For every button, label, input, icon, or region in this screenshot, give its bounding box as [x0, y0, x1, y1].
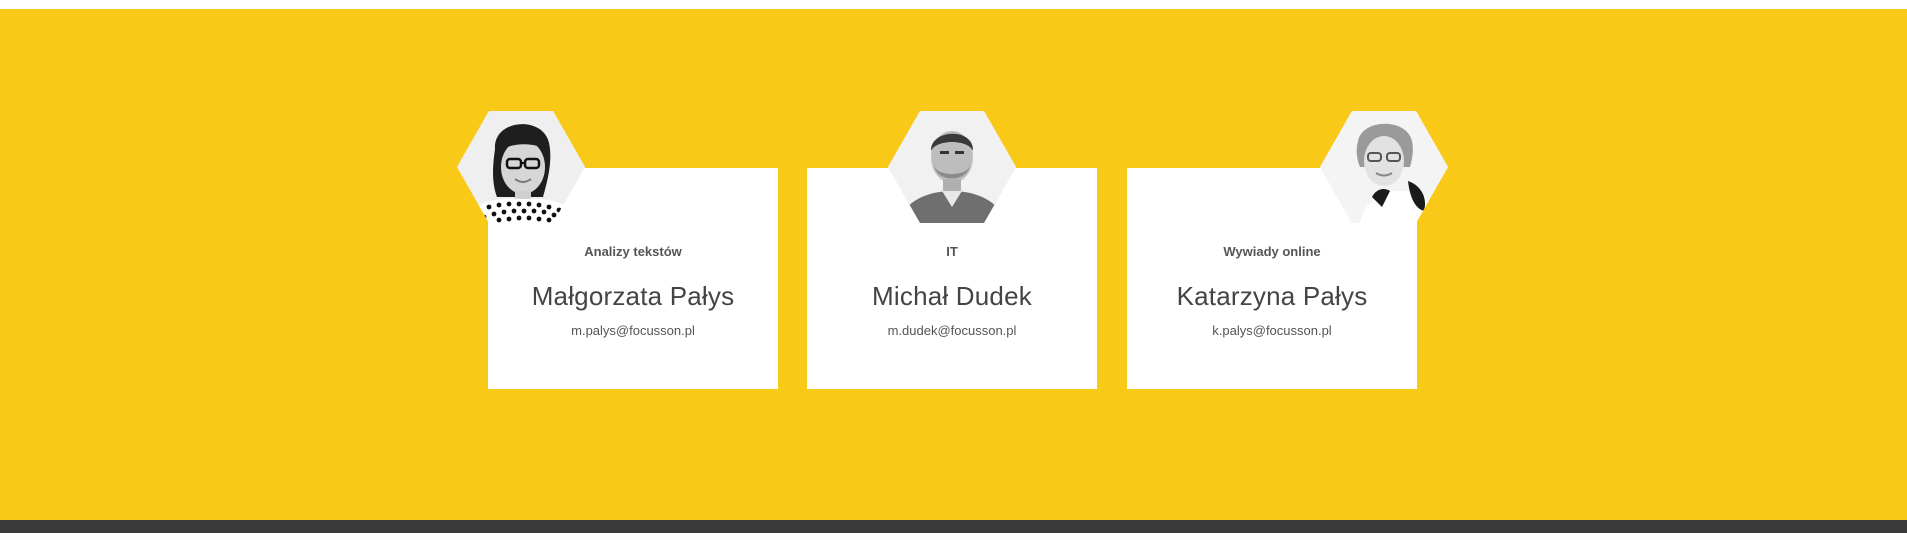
team-card-email-link[interactable]: m.dudek@focusson.pl: [807, 323, 1097, 338]
team-card-email-link[interactable]: m.palys@focusson.pl: [488, 323, 778, 338]
team-card-name: Katarzyna Pałys: [1176, 281, 1368, 311]
team-card-category: Analizy tekstów: [584, 244, 682, 259]
page: Analizy tekstów Małgorzata Pałys m.palys…: [0, 0, 1907, 533]
team-card-name: Michał Dudek: [872, 281, 1032, 311]
team-card-category: Wywiady online: [1223, 244, 1321, 259]
team-card-category: IT: [946, 244, 958, 259]
team-card-name: Małgorzata Pałys: [531, 281, 735, 311]
top-strip: [0, 0, 1907, 9]
footer-bar: [0, 520, 1907, 533]
team-card-email-link[interactable]: k.palys@focusson.pl: [1127, 323, 1417, 338]
team-section: Analizy tekstów Małgorzata Pałys m.palys…: [0, 9, 1907, 520]
